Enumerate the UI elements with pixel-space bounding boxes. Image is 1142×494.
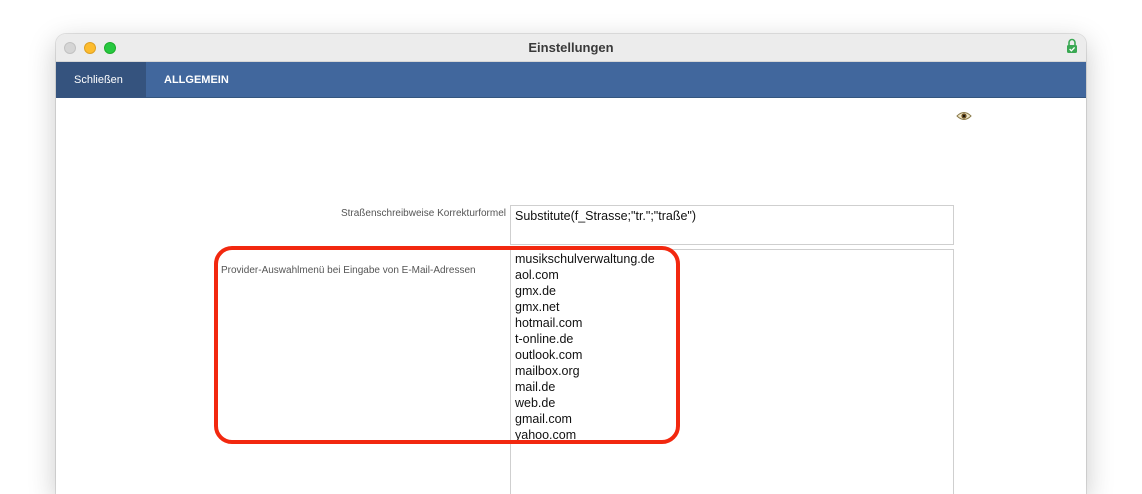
eye-icon[interactable] <box>956 110 972 122</box>
list-item: yahoo.com <box>515 428 577 442</box>
list-item: mail.de <box>515 380 556 394</box>
menu-bar: Schließen ALLGEMEIN <box>56 62 1086 98</box>
list-item: musikschulverwaltung.de <box>515 252 655 266</box>
list-item: gmx.net <box>515 300 560 314</box>
window-title: Einstellungen <box>528 40 614 55</box>
list-item: gmx.de <box>515 284 556 298</box>
strasse-formula-value: Substitute(f_Strasse;"tr.";"traße") <box>515 209 697 223</box>
title-bar[interactable]: Einstellungen <box>56 34 1086 62</box>
strasse-formula-field[interactable]: Substitute(f_Strasse;"tr.";"traße") <box>510 205 954 245</box>
lock-icon <box>1067 38 1077 53</box>
strasse-formula-label: Straßenschreibweise Korrekturformel <box>340 208 506 219</box>
list-item: gmail.com <box>515 412 572 426</box>
tab-allgemein[interactable]: ALLGEMEIN <box>146 62 247 98</box>
list-item: mailbox.org <box>515 364 580 378</box>
list-item: hotmail.com <box>515 316 583 330</box>
provider-menu-label: Provider-Auswahlmenü bei Eingabe von E-M… <box>221 265 476 276</box>
list-item: aol.com <box>515 268 559 282</box>
list-item: web.de <box>515 396 556 410</box>
list-item: t-online.de <box>515 332 574 346</box>
settings-window: Einstellungen Schließen ALLGEMEIN Straße… <box>56 34 1086 494</box>
close-button[interactable]: Schließen <box>56 62 146 98</box>
provider-list-field[interactable]: musikschulverwaltung.de aol.com gmx.de g… <box>510 249 954 494</box>
list-item: outlook.com <box>515 348 583 362</box>
